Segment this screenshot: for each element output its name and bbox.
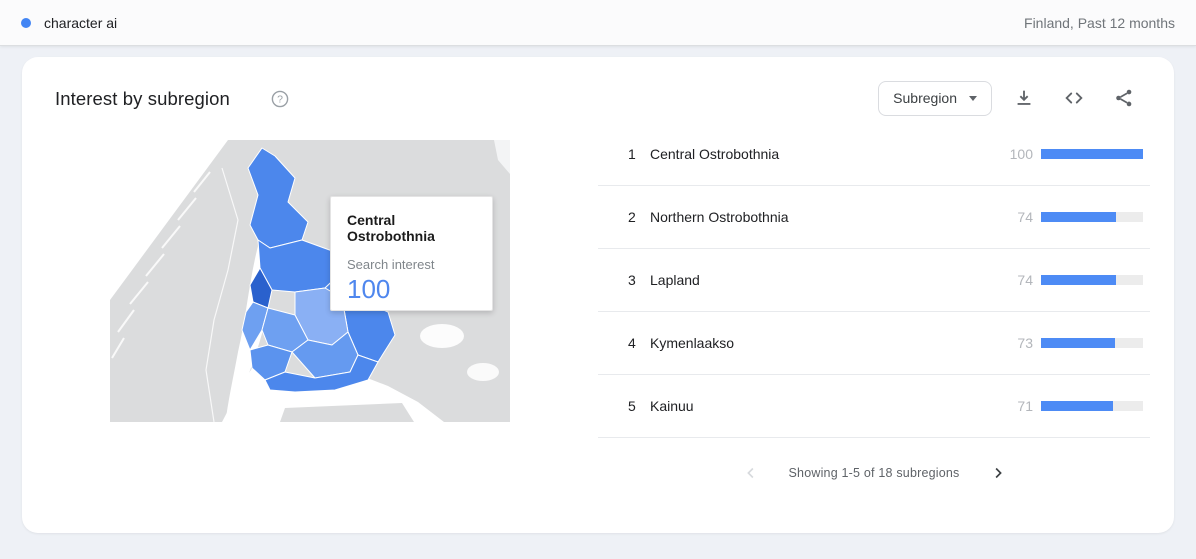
row-rank: 4 — [628, 335, 650, 351]
help-circle-icon[interactable]: ? — [271, 90, 289, 108]
interest-bar-track — [1041, 401, 1143, 411]
embed-code-icon[interactable] — [1056, 80, 1092, 116]
bar-fill — [1041, 275, 1116, 285]
search-term-label: character ai — [44, 15, 117, 31]
subregion-row[interactable]: 3 Lapland 74 — [598, 249, 1150, 312]
subregion-row[interactable]: 4 Kymenlaakso 73 — [598, 312, 1150, 375]
geo-time-filter-label: Finland, Past 12 months — [1024, 15, 1175, 31]
topbar: character ai Finland, Past 12 months — [0, 0, 1196, 46]
panel-controls: Subregion — [878, 80, 1142, 116]
pagination-label: Showing 1-5 of 18 subregions — [789, 466, 960, 480]
row-region-label: Lapland — [650, 272, 997, 288]
tooltip-region-name: Central Ostrobothnia — [347, 212, 476, 244]
share-icon[interactable] — [1106, 80, 1142, 116]
subregion-row[interactable]: 1 Central Ostrobothnia 100 — [598, 123, 1150, 186]
search-term-chip[interactable]: character ai — [21, 15, 117, 31]
bar-fill — [1041, 338, 1115, 348]
interest-bar-track — [1041, 149, 1143, 159]
map-tooltip: Central Ostrobothnia Search interest 100 — [330, 196, 493, 311]
interest-by-subregion-card: Interest by subregion ? Subregion — [22, 57, 1174, 533]
next-page-icon[interactable] — [986, 461, 1010, 485]
row-rank: 1 — [628, 146, 650, 162]
chevron-down-icon — [969, 96, 977, 101]
row-interest-value: 73 — [997, 335, 1033, 351]
svg-text:?: ? — [277, 94, 283, 106]
tooltip-value: 100 — [347, 274, 476, 305]
bar-fill — [1041, 401, 1113, 411]
subregion-dropdown[interactable]: Subregion — [878, 81, 992, 116]
row-interest-value: 74 — [997, 272, 1033, 288]
map-lake — [467, 363, 499, 381]
row-interest-value: 100 — [997, 146, 1033, 162]
row-interest-value: 74 — [997, 209, 1033, 225]
prev-page-icon[interactable] — [739, 461, 763, 485]
subregion-row[interactable]: 5 Kainuu 71 — [598, 375, 1150, 438]
row-rank: 3 — [628, 272, 650, 288]
download-icon[interactable] — [1006, 80, 1042, 116]
subregion-row[interactable]: 2 Northern Ostrobothnia 74 — [598, 186, 1150, 249]
map-lake — [420, 324, 464, 348]
row-region-label: Northern Ostrobothnia — [650, 209, 997, 225]
bar-fill — [1041, 149, 1143, 159]
interest-bar-track — [1041, 275, 1143, 285]
row-region-label: Kymenlaakso — [650, 335, 997, 351]
row-rank: 2 — [628, 209, 650, 225]
row-interest-value: 71 — [997, 398, 1033, 414]
row-region-label: Kainuu — [650, 398, 997, 414]
bar-fill — [1041, 212, 1116, 222]
interest-bar-track — [1041, 338, 1143, 348]
series-color-dot-icon — [21, 18, 31, 28]
row-rank: 5 — [628, 398, 650, 414]
row-region-label: Central Ostrobothnia — [650, 146, 997, 162]
tooltip-metric-label: Search interest — [347, 257, 476, 272]
pagination: Showing 1-5 of 18 subregions — [598, 455, 1150, 491]
interest-bar-track — [1041, 212, 1143, 222]
subregion-dropdown-value: Subregion — [893, 90, 957, 106]
panel-title: Interest by subregion — [55, 88, 230, 110]
subregion-list: 1 Central Ostrobothnia 100 2 Northern Os… — [598, 123, 1150, 438]
